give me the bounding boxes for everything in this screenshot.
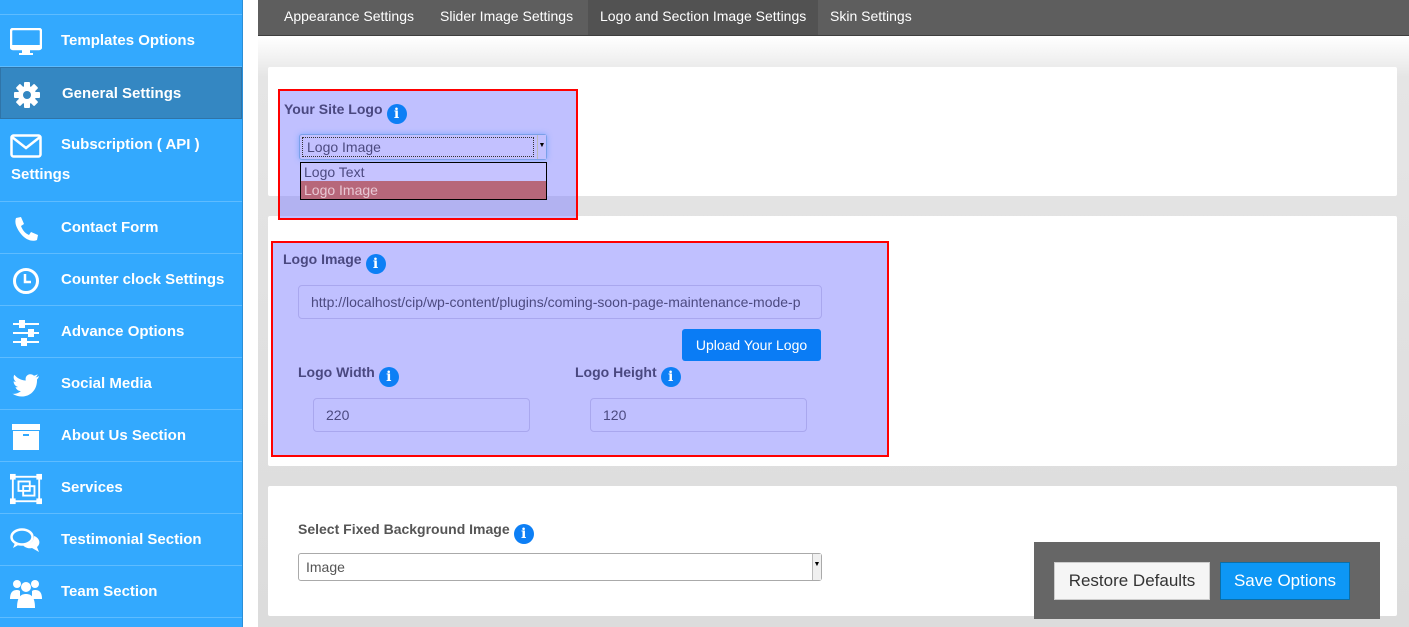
logo-image-highlight: Logo Image i http://localhost/cip/wp-cont…	[271, 241, 889, 457]
phone-icon	[10, 214, 42, 244]
main-content: Appearance Settings Slider Image Setting…	[243, 0, 1409, 627]
restore-defaults-button[interactable]: Restore Defaults	[1054, 562, 1210, 600]
info-icon[interactable]: i	[365, 254, 386, 274]
site-logo-label: Your Site Logo i	[284, 101, 407, 124]
site-logo-dropdown-list: Logo Text Logo Image	[300, 162, 547, 200]
background-image-select-value: Image	[306, 559, 345, 575]
envelope-icon	[10, 131, 42, 161]
logo-height-label-text: Logo Height	[575, 364, 657, 380]
info-icon[interactable]: i	[660, 367, 681, 387]
sidebar-item-label: About Us Section	[61, 427, 187, 444]
sidebar-item-label: Services	[61, 479, 123, 496]
monitor-icon	[10, 27, 42, 57]
logo-width-input[interactable]: 220	[313, 398, 530, 432]
logo-url-input[interactable]: http://localhost/cip/wp-content/plugins/…	[298, 285, 822, 319]
action-bar: Restore Defaults Save Options	[1034, 542, 1380, 619]
site-logo-select[interactable]: Logo Image ▼	[299, 134, 547, 160]
chevron-down-icon: ▼	[537, 135, 546, 159]
upload-logo-button[interactable]: Upload Your Logo	[682, 329, 821, 361]
logo-image-label: Logo Image i	[283, 251, 386, 274]
twitter-icon	[10, 370, 42, 400]
sidebar-item-advance-options[interactable]: Advance Options	[0, 306, 242, 358]
sidebar-item-counter-clock-settings[interactable]: Counter clock Settings	[0, 254, 242, 306]
logo-width-label-text: Logo Width	[298, 364, 375, 380]
save-options-button[interactable]: Save Options	[1220, 562, 1350, 600]
clock-icon	[10, 266, 42, 296]
logo-height-input[interactable]: 120	[590, 398, 807, 432]
info-icon[interactable]: i	[378, 367, 399, 387]
sidebar-item-label: Social Media	[61, 375, 152, 392]
sidebar-item-label-line2: Settings	[11, 166, 71, 183]
sliders-icon	[10, 318, 42, 348]
archive-box-icon	[10, 422, 42, 452]
sidebar: Templates Options General Settings Subsc…	[0, 0, 243, 627]
chat-bubbles-icon	[10, 526, 42, 556]
tab-skin-settings[interactable]: Skin Settings	[818, 0, 924, 35]
sidebar-item-hidden-top	[0, 0, 242, 15]
sidebar-item-contact-form[interactable]: Contact Form	[0, 202, 242, 254]
logo-width-label: Logo Width i	[298, 364, 399, 387]
settings-tabbar: Appearance Settings Slider Image Setting…	[258, 0, 1409, 36]
sidebar-item-label: Testimonial Section	[61, 531, 202, 548]
sidebar-item-label: Subscription ( API )	[61, 136, 200, 153]
sidebar-item-label: Templates Options	[61, 32, 195, 49]
site-logo-label-text: Your Site Logo	[284, 101, 383, 117]
sidebar-item-subscription-settings[interactable]: Subscription ( API ) Settings	[0, 119, 242, 202]
gear-icon	[11, 80, 43, 110]
sidebar-item-label: General Settings	[62, 85, 182, 102]
sidebar-item-social-media[interactable]: Social Media	[0, 358, 242, 410]
site-logo-highlight: Your Site Logo i Logo Image ▼ Logo Text L…	[278, 89, 578, 220]
sidebar-item-label: Team Section	[61, 583, 158, 600]
background-image-label: Select Fixed Background Image i	[298, 521, 534, 544]
object-group-icon	[10, 473, 42, 505]
info-icon[interactable]: i	[386, 104, 407, 124]
tab-appearance-settings[interactable]: Appearance Settings	[272, 0, 426, 35]
sidebar-item-services[interactable]: Services	[0, 462, 242, 514]
logo-image-label-text: Logo Image	[283, 251, 362, 267]
background-image-select[interactable]: Image ▼	[298, 553, 822, 581]
sidebar-item-label: Contact Form	[61, 219, 159, 236]
site-logo-select-value: Logo Image	[302, 137, 534, 157]
sidebar-item-about-us-section[interactable]: About Us Section	[0, 410, 242, 462]
sidebar-item-label: Counter clock Settings	[61, 271, 225, 288]
info-icon[interactable]: i	[513, 524, 534, 544]
tab-slider-image-settings[interactable]: Slider Image Settings	[428, 0, 585, 35]
logo-height-label: Logo Height i	[575, 364, 681, 387]
dropdown-option-logo-image[interactable]: Logo Image	[301, 181, 546, 199]
sidebar-item-team-section[interactable]: Team Section	[0, 566, 242, 618]
sidebar-item-templates-options[interactable]: Templates Options	[0, 15, 242, 67]
sidebar-item-testimonial-section[interactable]: Testimonial Section	[0, 514, 242, 566]
sidebar-item-label: Advance Options	[61, 323, 185, 340]
dropdown-option-logo-text[interactable]: Logo Text	[301, 163, 546, 181]
sidebar-item-general-settings[interactable]: General Settings	[0, 67, 242, 119]
background-image-label-text: Select Fixed Background Image	[298, 521, 510, 537]
users-icon	[10, 578, 42, 608]
tab-logo-section-image-settings[interactable]: Logo and Section Image Settings	[588, 0, 819, 35]
chevron-down-icon: ▼	[812, 554, 821, 580]
